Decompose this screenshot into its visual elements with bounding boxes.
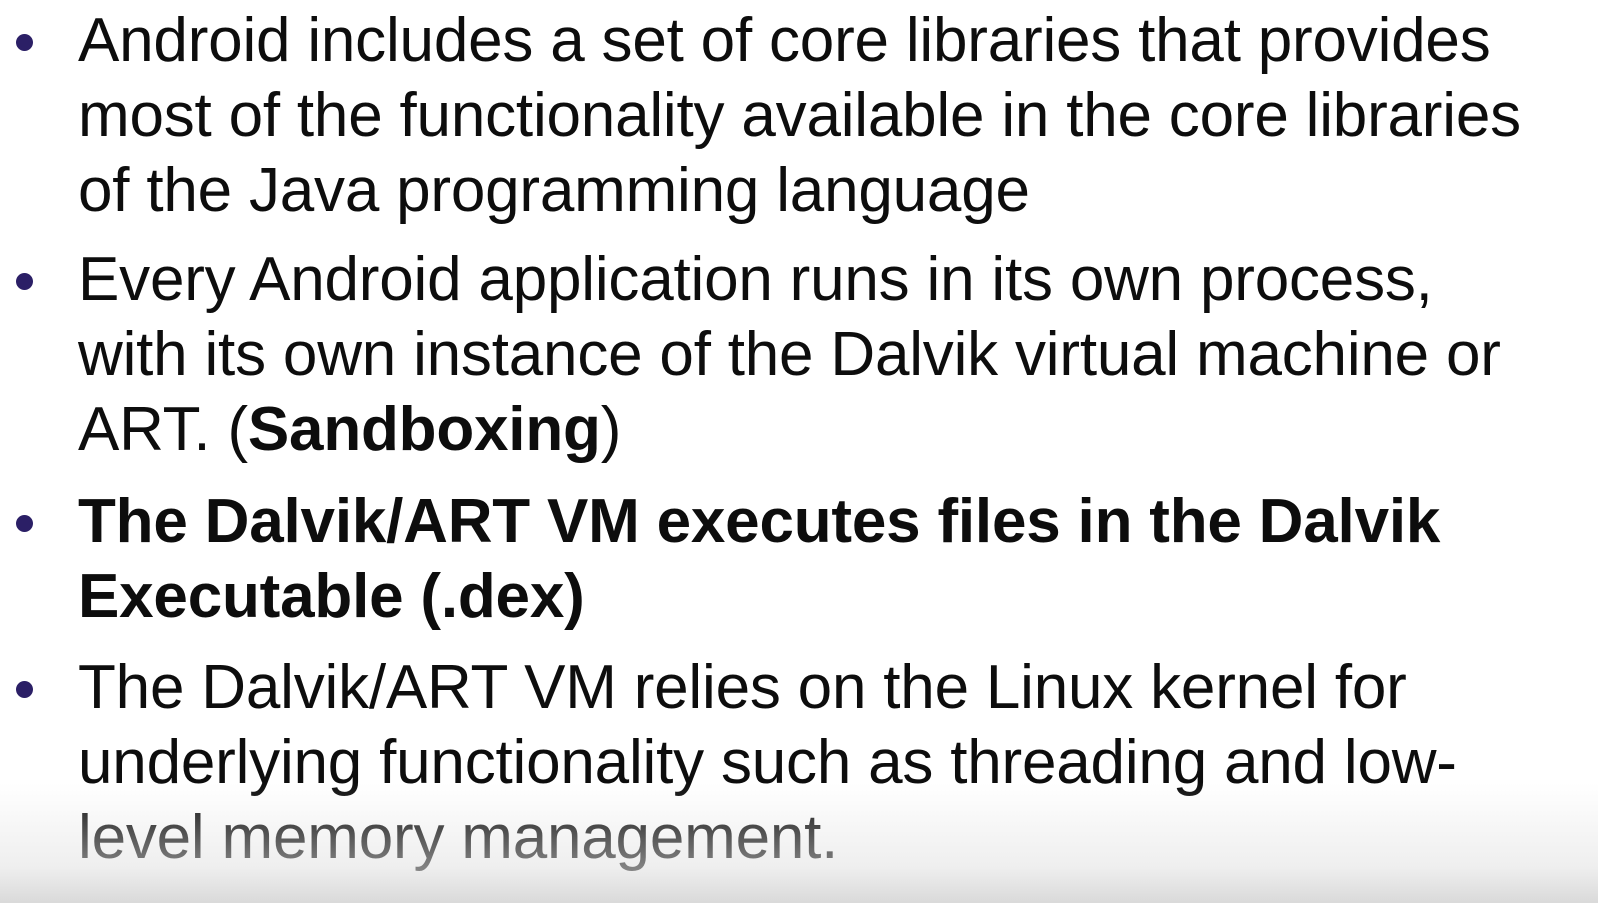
bullet-text: Android includes a set of core libraries…	[78, 3, 1578, 228]
bullet-line: level memory management.	[78, 803, 839, 872]
bullet-dot-icon	[16, 273, 33, 290]
line-prefix: ART. (	[78, 395, 248, 464]
bullet-line: of the Java programming language	[78, 156, 1030, 225]
bullet-dot-icon	[16, 681, 33, 698]
bullet-line: Every Android application runs in its ow…	[78, 245, 1433, 314]
bullet-line: The Dalvik/ART VM relies on the Linux ke…	[78, 653, 1407, 722]
bullet-line: most of the functionality available in t…	[78, 81, 1521, 150]
slide: Android includes a set of core libraries…	[0, 0, 1598, 903]
line-suffix: )	[600, 395, 622, 464]
bullet-text: Every Android application runs in its ow…	[78, 242, 1578, 467]
bullet-line: underlying functionality such as threadi…	[78, 728, 1457, 797]
bullet-dot-icon	[16, 515, 33, 532]
sandboxing-term: Sandboxing	[247, 395, 601, 464]
bullet-dot-icon	[16, 34, 33, 51]
bullet-text: The Dalvik/ART VM executes files in the …	[78, 484, 1578, 634]
bullet-line: with its own instance of the Dalvik virt…	[78, 320, 1501, 389]
bullet-line: The Dalvik/ART VM executes files in the …	[78, 487, 1441, 556]
bullet-line-sandboxing: ART. (Sandboxing)	[78, 392, 1578, 467]
bullet-line: Android includes a set of core libraries…	[78, 6, 1491, 75]
bullet-line: Executable (.dex)	[78, 562, 585, 631]
bullet-text: The Dalvik/ART VM relies on the Linux ke…	[78, 650, 1578, 875]
